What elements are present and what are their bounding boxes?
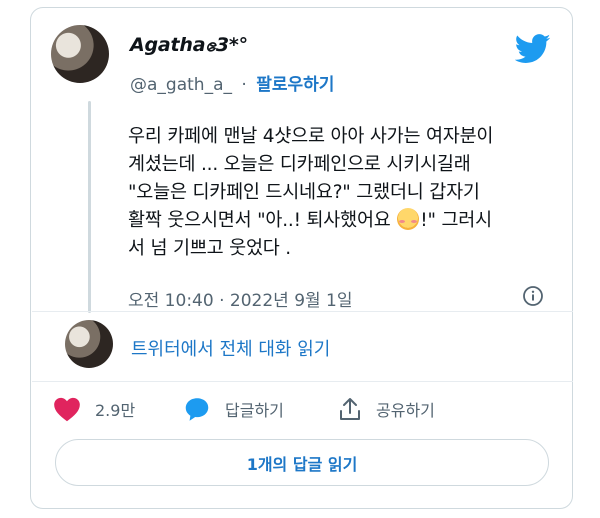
divider bbox=[32, 311, 573, 312]
tweet-text-line: 활짝 웃으시면서 "아..! 퇴사했어요 !" 그러시 bbox=[128, 207, 558, 235]
info-icon[interactable] bbox=[522, 285, 544, 307]
author-handle[interactable]: @a_gath_a_ bbox=[130, 75, 232, 95]
tweet-timestamp[interactable]: 오전 10:40 · 2022년 9월 1일 bbox=[128, 286, 353, 311]
reply-button[interactable]: 답글하기 bbox=[183, 394, 284, 424]
like-count: 2.9만 bbox=[95, 401, 136, 420]
author-display-name[interactable]: Agathaဧ3*° bbox=[130, 33, 248, 61]
like-button[interactable]: 2.9만 bbox=[53, 394, 135, 424]
tweet-text-segment: 활짝 웃으시면서 "아..! 퇴사했어요 bbox=[128, 210, 397, 231]
tweet-text: 우리 카페에 맨날 4샷으로 아아 사가는 여자분이 계셨는데 ... 오늘은 … bbox=[128, 123, 558, 263]
thread-line bbox=[88, 101, 91, 313]
share-button[interactable]: 공유하기 bbox=[338, 394, 435, 424]
tweet-text-segment: !" 그러시 bbox=[420, 210, 492, 231]
conversation-avatar bbox=[65, 320, 113, 368]
reply-label: 답글하기 bbox=[225, 401, 284, 420]
author-handle-row: @a_gath_a_ · 팔로우하기 bbox=[130, 70, 334, 95]
tweet-text-line: "오늘은 디카페인 드시네요?" 그랬더니 갑자기 bbox=[128, 182, 480, 203]
author-avatar[interactable] bbox=[51, 25, 109, 83]
read-full-conversation-link[interactable]: 트위터에서 전체 대화 읽기 bbox=[131, 335, 330, 361]
reply-bubble-icon bbox=[185, 397, 209, 421]
share-label: 공유하기 bbox=[376, 401, 435, 420]
share-icon bbox=[340, 398, 360, 420]
read-replies-button[interactable]: 1개의 답글 읽기 bbox=[55, 439, 549, 486]
follow-link[interactable]: 팔로우하기 bbox=[256, 75, 334, 95]
heart-icon bbox=[54, 397, 80, 422]
tweet-card: Agathaဧ3*° @a_gath_a_ · 팔로우하기 우리 카페에 맨날 … bbox=[30, 7, 573, 509]
blush-emoji-icon bbox=[397, 208, 420, 230]
tweet-text-line: 계셨는데 ... 오늘은 디카페인으로 시키시길래 bbox=[128, 154, 471, 175]
tweet-actions: 2.9만 답글하기 공유하기 bbox=[31, 394, 574, 426]
divider bbox=[32, 381, 573, 382]
twitter-bird-icon[interactable] bbox=[515, 34, 551, 64]
tweet-text-line: 서 넘 기쁘고 웃었다 . bbox=[128, 238, 291, 259]
tweet-text-line: 우리 카페에 맨날 4샷으로 아아 사가는 여자분이 bbox=[128, 126, 494, 147]
separator-dot: · bbox=[241, 75, 247, 95]
